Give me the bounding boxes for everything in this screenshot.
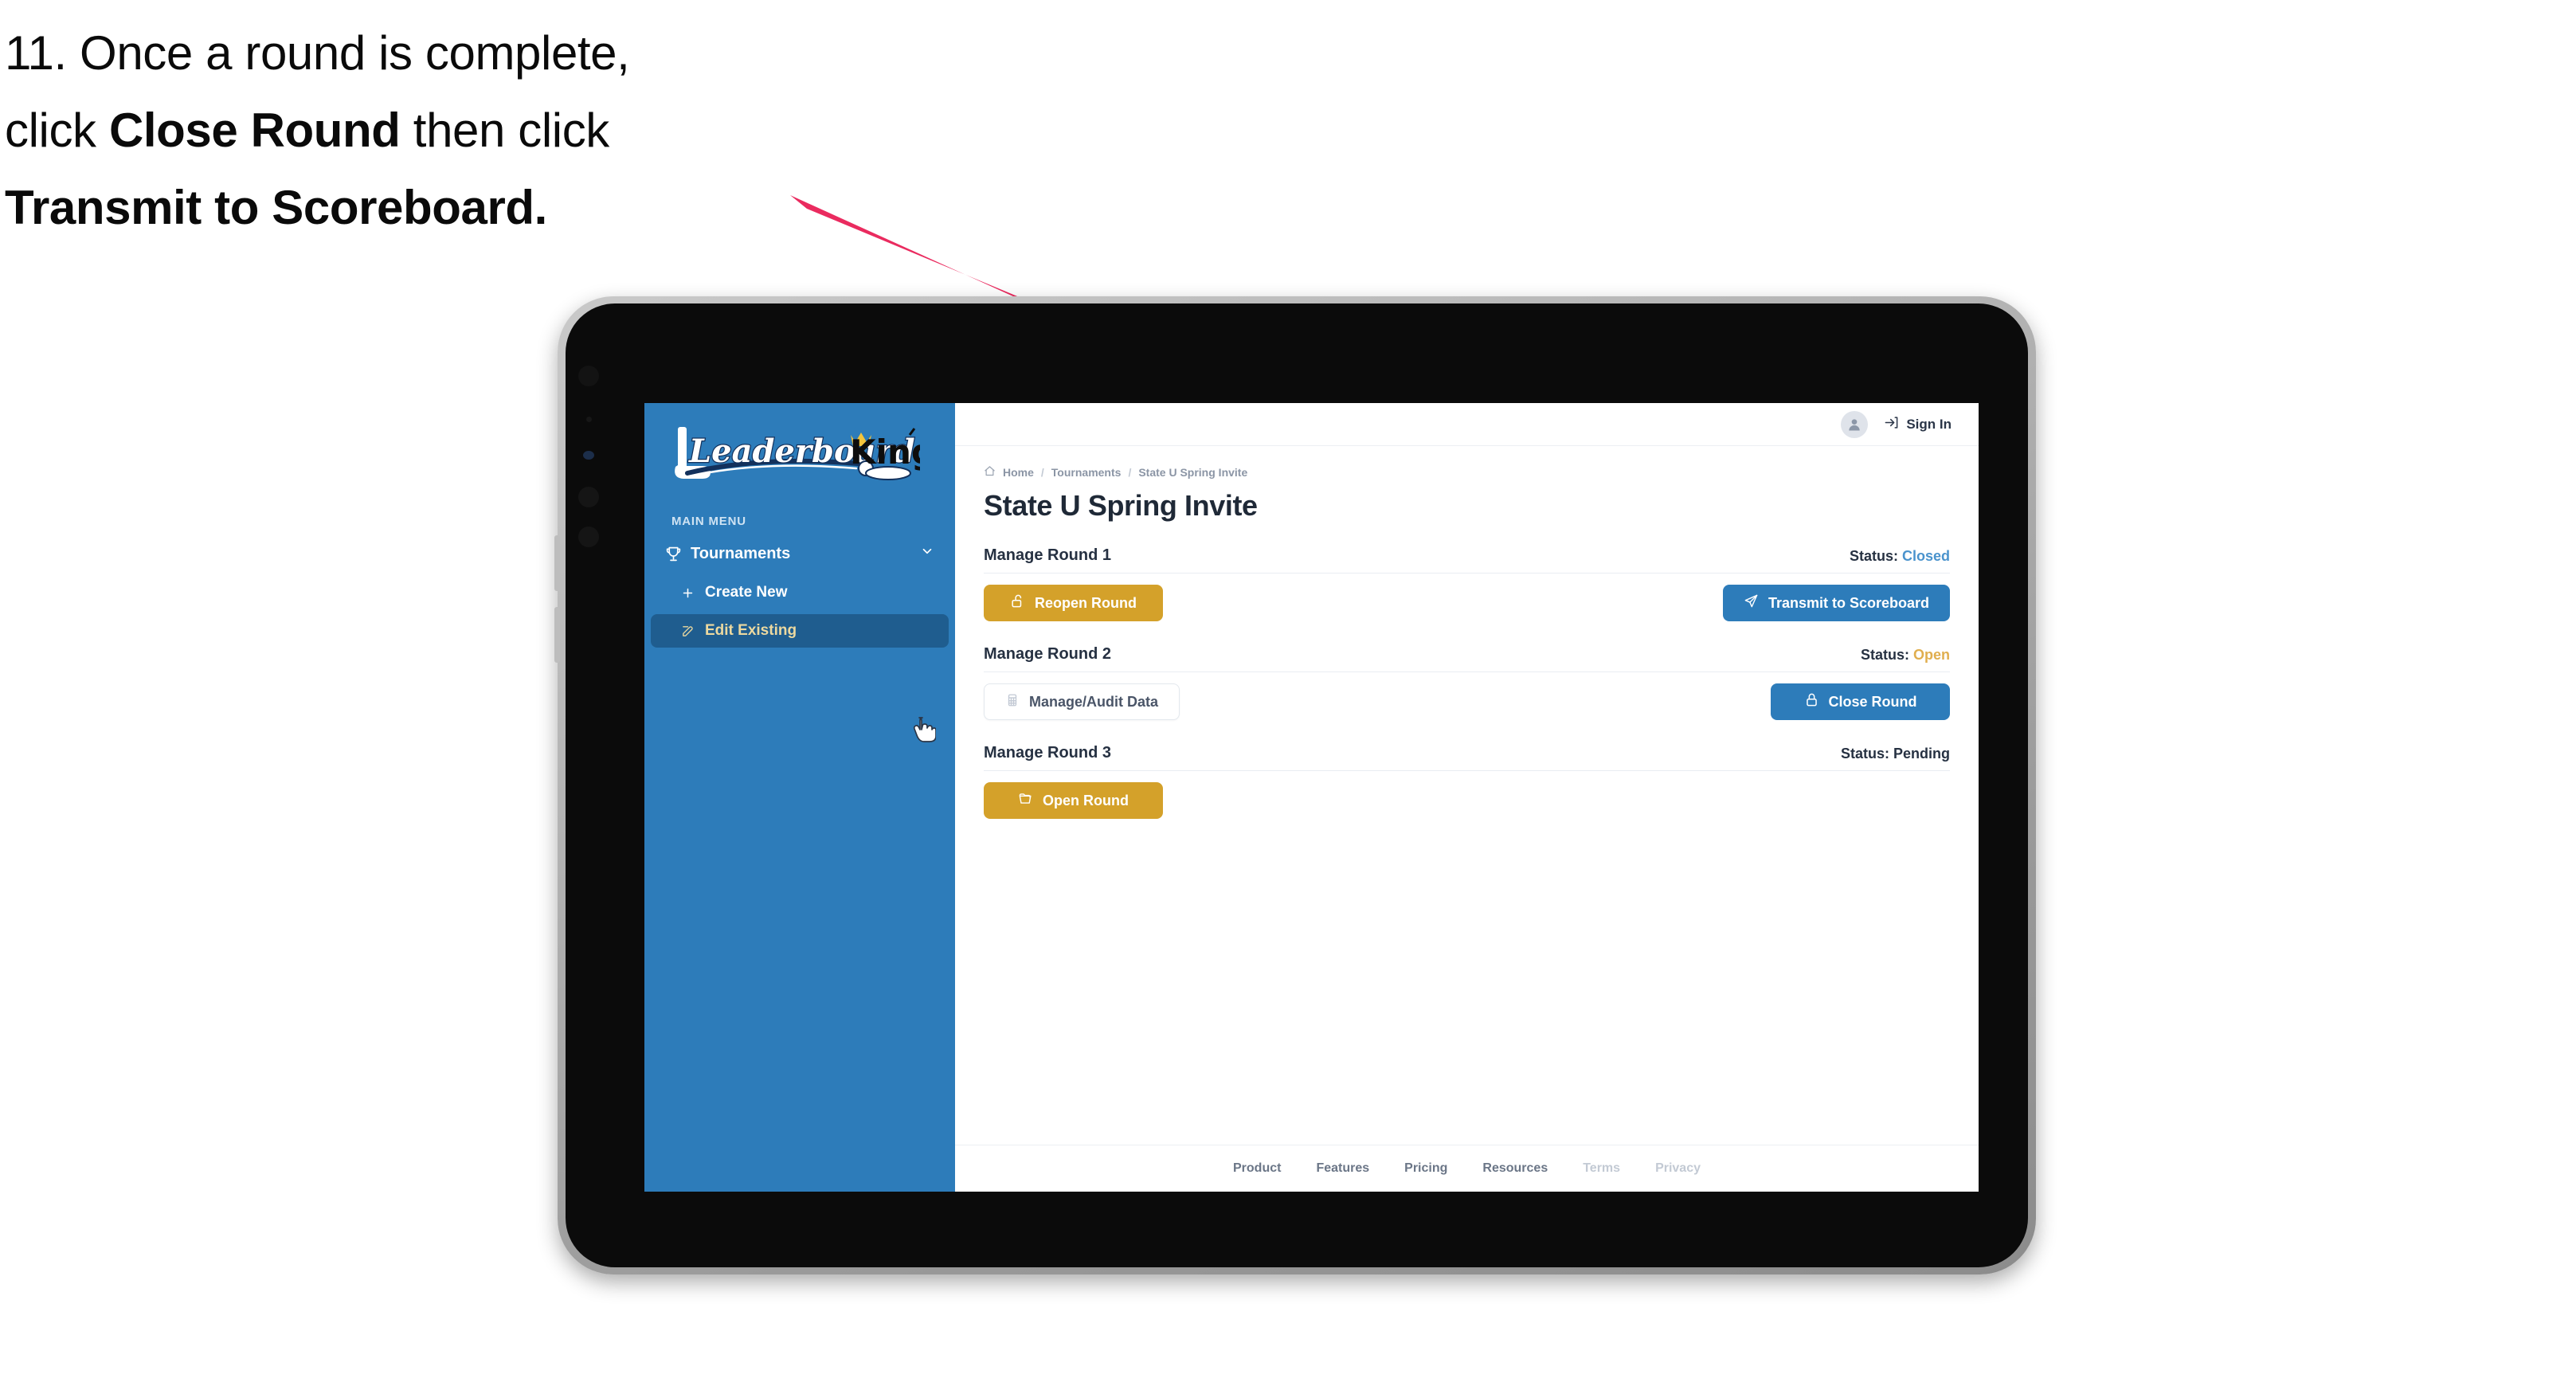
round-section-1: Manage Round 1 Status: Closed Reopen Rou…: [984, 546, 1950, 621]
divider: [984, 770, 1950, 771]
device-volume-button: [554, 535, 560, 591]
speaker-dot-icon: [578, 487, 599, 507]
breadcrumb-item-current: State U Spring Invite: [1138, 466, 1248, 479]
footer-link-features[interactable]: Features: [1316, 1161, 1369, 1176]
status-label: Status:: [1849, 548, 1898, 564]
round-section-3: Manage Round 3 Status: Pending Open Roun…: [984, 744, 1950, 819]
footer-link-privacy[interactable]: Privacy: [1655, 1161, 1701, 1176]
caption-line3-bold: Transmit to Scoreboard.: [5, 181, 547, 235]
round-status: Status: Pending: [1841, 746, 1950, 762]
status-label: Status:: [1860, 647, 1909, 663]
sign-in-label: Sign In: [1906, 416, 1952, 432]
paper-plane-icon: [1744, 593, 1759, 613]
page-title: State U Spring Invite: [984, 489, 1258, 522]
button-label: Close Round: [1828, 693, 1917, 710]
close-round-button[interactable]: Close Round: [1771, 683, 1950, 720]
button-label: Open Round: [1043, 792, 1129, 808]
sidebar-item-label: Edit Existing: [705, 622, 797, 639]
chevron-down-icon[interactable]: [920, 544, 934, 563]
sidebar-item-edit-existing[interactable]: Edit Existing: [651, 614, 949, 648]
sidebar-item-label: Tournaments: [691, 544, 791, 562]
caption-line1: Once a round is complete,: [80, 26, 630, 80]
tablet-device-frame: Leaderboard King MAIN ME: [554, 296, 2036, 1274]
front-camera-icon: [578, 366, 599, 386]
status-label: Status:: [1840, 746, 1889, 762]
pencil-square-icon: [681, 624, 705, 638]
round-title: Manage Round 1: [984, 546, 1112, 564]
page-content: Home / Tournaments / State U Spring Invi…: [955, 446, 1979, 1145]
footer: Product Features Pricing Resources Terms…: [955, 1145, 1979, 1192]
tablet-bezel: Leaderboard King MAIN ME: [566, 303, 2028, 1267]
sidebar-item-tournaments[interactable]: Tournaments: [651, 536, 949, 571]
home-icon[interactable]: [984, 465, 996, 480]
status-value: Pending: [1893, 746, 1950, 762]
reopen-round-button[interactable]: Reopen Round: [984, 585, 1163, 621]
divider: [984, 671, 1950, 672]
tablet-screen: Leaderboard King MAIN ME: [644, 403, 1979, 1192]
sidebar-item-create-new[interactable]: Create New: [651, 576, 949, 609]
status-value: Open: [1912, 647, 1950, 663]
manage-audit-data-button[interactable]: Manage/Audit Data: [984, 683, 1180, 720]
plus-icon: [681, 586, 705, 600]
sidebar-section-label: MAIN MENU: [671, 515, 746, 528]
round-title: Manage Round 3: [984, 744, 1112, 762]
app-logo[interactable]: Leaderboard King: [644, 403, 955, 500]
mouse-cursor-pointer: [913, 717, 936, 742]
lock-icon: [1804, 692, 1819, 711]
status-value: Closed: [1901, 548, 1950, 564]
breadcrumb-separator: /: [1128, 466, 1132, 479]
footer-link-product[interactable]: Product: [1233, 1161, 1281, 1176]
open-round-button[interactable]: Open Round: [984, 782, 1163, 819]
breadcrumb-separator: /: [1040, 466, 1044, 479]
breadcrumb-item-tournaments[interactable]: Tournaments: [1051, 466, 1122, 479]
round-section-2: Manage Round 2 Status: Open Manage/Audit…: [984, 645, 1950, 720]
device-power-button: [554, 607, 560, 663]
main-content: Sign In Home / Tournaments / State U Spr…: [955, 403, 1979, 1192]
trophy-icon: [665, 546, 691, 562]
transmit-to-scoreboard-button[interactable]: Transmit to Scoreboard: [1722, 585, 1950, 621]
led-indicator-icon: [583, 451, 594, 460]
button-label: Reopen Round: [1035, 594, 1137, 611]
breadcrumb-item-home[interactable]: Home: [1003, 466, 1034, 479]
footer-link-terms[interactable]: Terms: [1583, 1161, 1620, 1176]
logo-text-king: King: [850, 433, 920, 472]
user-avatar-icon[interactable]: [1841, 410, 1869, 438]
unlock-icon: [1010, 593, 1025, 613]
button-label: Manage/Audit Data: [1029, 693, 1159, 710]
round-status: Status: Closed: [1850, 548, 1950, 565]
speaker-dot-icon: [578, 527, 599, 547]
table-grid-icon: [1005, 693, 1020, 711]
caption-step-number: 11.: [5, 26, 67, 80]
caption-line2-post: then click: [400, 104, 610, 158]
sidebar-item-label: Create New: [705, 584, 788, 601]
breadcrumb: Home / Tournaments / State U Spring Invi…: [984, 465, 1950, 480]
round-status: Status: Open: [1861, 647, 1950, 664]
button-label: Transmit to Scoreboard: [1768, 594, 1929, 611]
sidebar: Leaderboard King MAIN ME: [644, 403, 955, 1192]
footer-link-resources[interactable]: Resources: [1482, 1161, 1548, 1176]
divider: [984, 573, 1950, 574]
top-bar: Sign In: [955, 403, 1979, 446]
sensor-dot-icon: [586, 417, 592, 422]
sign-in-button[interactable]: Sign In: [1884, 415, 1952, 434]
instruction-caption: 11. Once a round is complete, click Clos…: [5, 14, 865, 247]
footer-link-pricing[interactable]: Pricing: [1404, 1161, 1447, 1176]
folder-open-icon: [1018, 791, 1033, 810]
sign-in-arrow-icon: [1884, 415, 1899, 434]
caption-line2-bold: Close Round: [108, 104, 401, 158]
caption-line2-pre: click: [5, 104, 109, 158]
round-title: Manage Round 2: [984, 645, 1112, 663]
